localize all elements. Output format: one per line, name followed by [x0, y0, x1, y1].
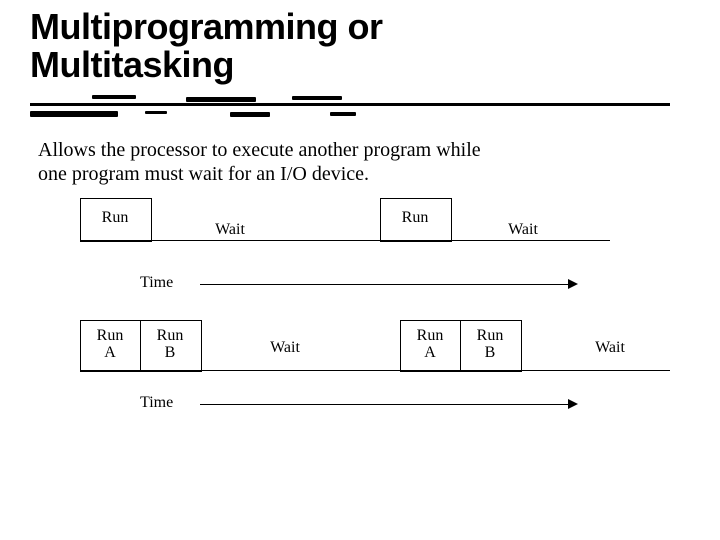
run-b-label-2-l1: Run	[477, 327, 504, 344]
timeline-single-baseline	[80, 240, 610, 241]
run-b-label-1-l1: Run	[157, 327, 184, 344]
arrow-right-icon	[568, 279, 578, 289]
wait-label-2: Wait	[493, 222, 553, 239]
wait-label-4: Wait	[580, 340, 640, 357]
run-a-label-2: Run A	[400, 328, 460, 362]
wait-label-1: Wait	[200, 222, 260, 239]
arrow-right-icon	[568, 399, 578, 409]
description-line-1: Allows the processor to execute another …	[38, 139, 481, 161]
run-label-1: Run	[80, 210, 150, 227]
slide: Multiprogramming or Multitasking Allows …	[0, 0, 720, 540]
run-b-label-1: Run B	[140, 328, 200, 362]
time-label-2: Time	[140, 394, 173, 412]
run-label-2: Run	[380, 210, 450, 227]
time-axis-2-line	[200, 404, 570, 405]
run-b-label-1-l2: B	[165, 344, 176, 361]
time-axis-1-line	[200, 284, 570, 285]
title-line-2: Multitasking	[30, 44, 234, 85]
time-label-1: Time	[140, 274, 173, 292]
description: Allows the processor to execute another …	[38, 138, 481, 186]
title-underline	[30, 95, 670, 117]
run-a-label-1-l1: Run	[97, 327, 124, 344]
run-a-label-2-l1: Run	[417, 327, 444, 344]
run-a-label-1-l2: A	[104, 344, 116, 361]
run-a-label-1: Run A	[80, 328, 140, 362]
slide-title: Multiprogramming or Multitasking	[30, 8, 383, 84]
timeline-multi-baseline	[80, 370, 670, 371]
run-b-label-2-l2: B	[485, 344, 496, 361]
run-b-label-2: Run B	[460, 328, 520, 362]
description-line-2: one program must wait for an I/O device.	[38, 163, 369, 185]
wait-label-3: Wait	[255, 340, 315, 357]
title-line-1: Multiprogramming or	[30, 6, 383, 47]
run-a-label-2-l2: A	[424, 344, 436, 361]
